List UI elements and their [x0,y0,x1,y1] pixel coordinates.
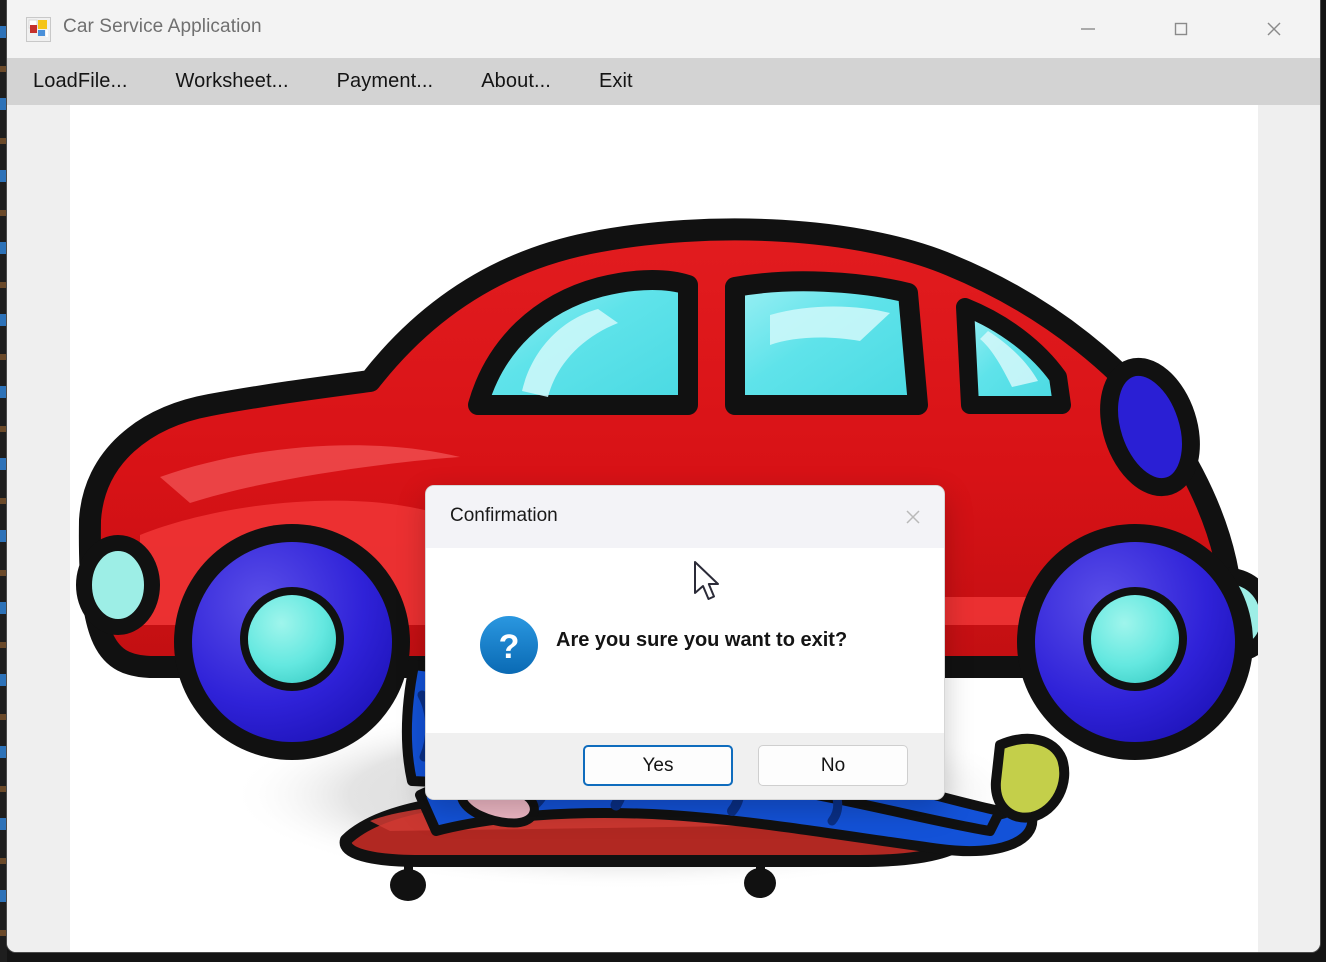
title-bar[interactable]: Car Service Application [7,0,1320,58]
dialog-button-row: Yes No [426,733,944,799]
dialog-title-bar[interactable]: Confirmation [426,486,944,548]
close-icon [1267,22,1280,36]
dialog-close-button[interactable] [882,486,944,548]
windows-forms-app-icon [26,17,51,42]
close-button[interactable] [1227,0,1320,58]
no-button[interactable]: No [758,745,908,786]
background-window-edge [0,0,7,962]
menu-item-payment[interactable]: Payment... [337,70,434,93]
window-title: Car Service Application [63,16,262,37]
menu-item-loadfile[interactable]: LoadFile... [33,70,128,93]
dialog-title: Confirmation [450,505,558,526]
question-icon: ? [480,616,538,674]
application-window: Car Service Application LoadFile... Work… [7,0,1320,952]
menu-item-about[interactable]: About... [481,70,551,93]
confirmation-dialog: Confirmation ? Are you sure you want to … [426,486,944,799]
minimize-icon [1080,28,1095,30]
yes-button[interactable]: Yes [583,745,733,786]
dialog-message: Are you sure you want to exit? [556,629,848,651]
menu-item-exit[interactable]: Exit [599,70,633,93]
close-icon [906,510,920,524]
maximize-icon [1174,22,1187,36]
maximize-button[interactable] [1134,0,1227,58]
form-client-area: Confirmation ? Are you sure you want to … [7,105,1320,952]
menu-item-worksheet[interactable]: Worksheet... [176,70,289,93]
menu-bar: LoadFile... Worksheet... Payment... Abou… [7,58,1320,105]
svg-text:?: ? [499,628,520,666]
minimize-button[interactable] [1041,0,1134,58]
dialog-body: ? Are you sure you want to exit? [426,548,944,733]
